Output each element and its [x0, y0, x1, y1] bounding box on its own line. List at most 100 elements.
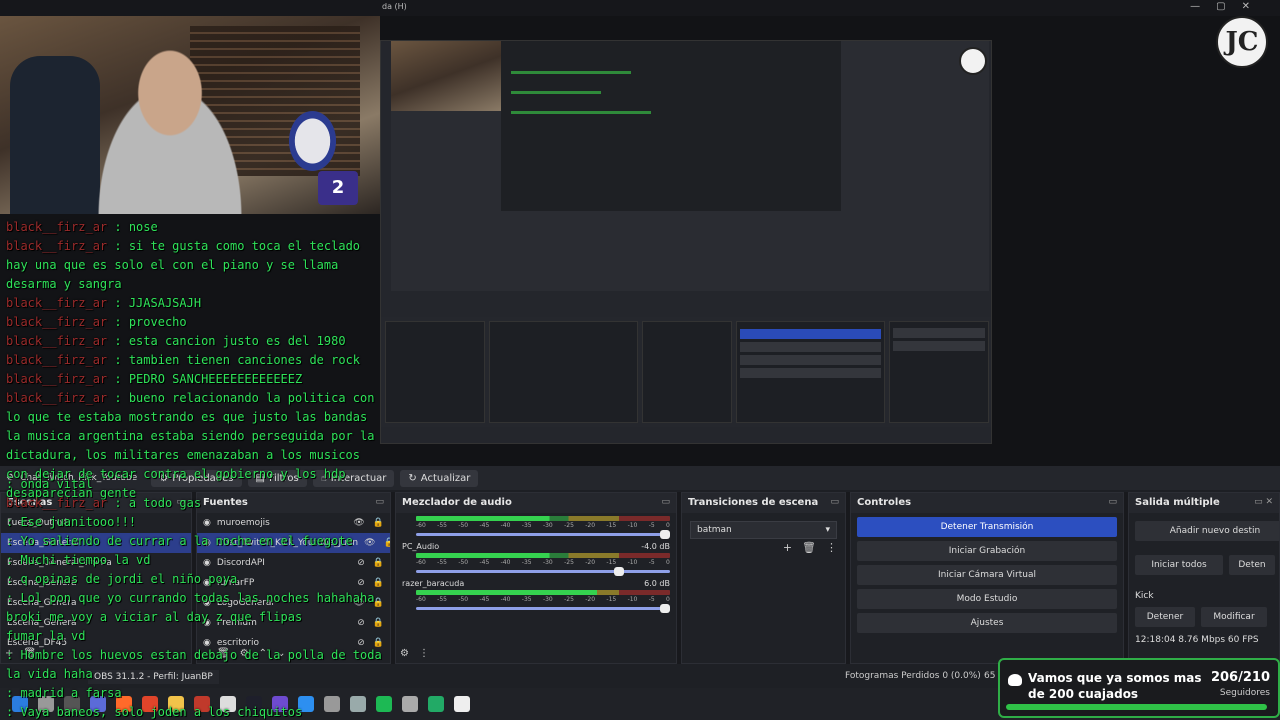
- level-meter: [416, 590, 670, 595]
- channel-name: PC_Audio: [402, 542, 440, 551]
- chat-username: black__firz_ar: [6, 296, 108, 310]
- modify-button[interactable]: Modificar: [1201, 607, 1267, 627]
- tick-label: -10: [627, 559, 638, 566]
- nested-preview-inner: [391, 41, 989, 291]
- meter-ticks: -60 -55 -50 -45 -40 -35 -30 -25 -20 -15 -10 -5 0: [416, 522, 670, 529]
- stop-all-label: Deten: [1238, 560, 1266, 570]
- tick-label: -25: [564, 522, 574, 529]
- transition-selected: batman: [697, 525, 732, 535]
- chat-message: : madrid a farsa: [6, 684, 386, 703]
- menu-fragment[interactable]: da (H): [382, 2, 407, 11]
- chat-username: black__firz_ar: [6, 391, 108, 405]
- volume-slider[interactable]: [416, 530, 670, 539]
- jc-logo: JC: [1216, 16, 1268, 68]
- chat-message: black__firz_ar : esta cancion justo es d…: [6, 332, 386, 351]
- chat-message: black__firz_ar : tambien tienen cancione…: [6, 351, 386, 370]
- chat-username: black__firz_ar: [6, 334, 108, 348]
- chat-text: : nose: [107, 220, 158, 234]
- chat-text: : a todo gas: [107, 496, 202, 510]
- control-button[interactable]: Detener Transmisión: [857, 517, 1117, 537]
- volume-slider[interactable]: [416, 604, 670, 613]
- refresh-label: Actualizar: [420, 472, 471, 484]
- chat-message: : Hombre los huevos estan debajo de la p…: [6, 646, 386, 684]
- volume-slider[interactable]: [416, 567, 670, 576]
- tick-label: -5: [648, 559, 655, 566]
- stop-button[interactable]: Detener: [1135, 607, 1195, 627]
- tick-label: -45: [479, 559, 490, 566]
- trash-icon[interactable]: 🗑: [802, 541, 816, 554]
- nested-scene: [501, 41, 841, 211]
- dock-menu-icon[interactable]: ▭: [1108, 497, 1117, 509]
- goal-text: Vamos que ya somos mas de 200 cuajados: [1028, 671, 1202, 701]
- maximize-icon[interactable]: ▢: [1216, 1, 1225, 12]
- nested-docks: [381, 317, 991, 427]
- chat-message: black__firz_ar : PEDRO SANCHEEEEEEEEEEEE…: [6, 370, 386, 389]
- chat-username: black__firz_ar: [6, 353, 108, 367]
- tick-label: -30: [542, 596, 553, 603]
- tick-label: -45: [479, 596, 490, 603]
- transition-select[interactable]: batman ▾: [690, 521, 837, 539]
- close-icon[interactable]: ✕: [1242, 1, 1250, 12]
- channel-name: razer_baracuda: [402, 579, 465, 588]
- chat-text: fumar la vd: [6, 629, 86, 643]
- chat-username: black__firz_ar: [6, 372, 108, 386]
- chat-text: : Hombre los huevos estan debajo de la p…: [6, 648, 382, 681]
- volume-knob[interactable]: [659, 604, 670, 613]
- meter-ticks: -60 -55 -50 -45 -40 -35 -30 -25 -20 -15 -10 -5 0: [416, 559, 670, 566]
- volume-knob[interactable]: [659, 530, 670, 539]
- gear-icon[interactable]: ⚙: [400, 648, 409, 659]
- dock-menu-icon[interactable]: ▭: [661, 497, 670, 509]
- stream-stats: 12:18:04 8.76 Mbps 60 FPS: [1135, 635, 1259, 645]
- tick-label: -50: [458, 522, 469, 529]
- mixer-channel: -60 -55 -50 -45 -40 -35 -30 -25 -20 -15 -10 -5 0: [396, 513, 676, 540]
- tick-label: -35: [521, 596, 532, 603]
- chat-text: : tambien tienen canciones de rock: [107, 353, 361, 367]
- chat-message: black__firz_ar : si te gusta como toca e…: [6, 237, 386, 294]
- taskbar-app-icon[interactable]: [454, 696, 470, 712]
- transitions-title: Transiciones de escena: [688, 497, 819, 508]
- obs-window: da (H) — ▢ ✕ 2 JC black__firz_ar: nose …: [0, 0, 1280, 720]
- tick-label: -10: [627, 596, 638, 603]
- tick-label: -40: [500, 522, 511, 529]
- chat-message: : Yo saliendo de currar a la noche en el…: [6, 532, 386, 551]
- start-all-button[interactable]: Iniciar todos: [1135, 555, 1223, 575]
- minimize-icon[interactable]: —: [1190, 1, 1200, 12]
- webcam-feed: 2: [0, 16, 380, 214]
- volume-knob[interactable]: [614, 567, 625, 576]
- mixer-channels: -60 -55 -50 -45 -40 -35 -30 -25 -20 -15 -10 -5 0 PC_A…: [396, 513, 676, 614]
- goal-count: 206/210: [1210, 670, 1270, 685]
- control-button[interactable]: Iniciar Grabación: [857, 541, 1117, 561]
- chat-text: : Vaya baneos, solo joden a los chiquito…: [6, 705, 303, 719]
- add-icon[interactable]: +: [783, 541, 792, 554]
- taskbar-app-icon[interactable]: [402, 696, 418, 712]
- control-button[interactable]: Iniciar Cámara Virtual: [857, 565, 1117, 585]
- window-titlebar: da (H) — ▢ ✕: [0, 0, 1280, 16]
- tick-label: -50: [458, 559, 469, 566]
- refresh-button[interactable]: ↻ Actualizar: [400, 469, 479, 487]
- chat-text: : Ese juanitooo!!!: [6, 515, 137, 529]
- modify-label: Modificar: [1213, 612, 1255, 622]
- nested-webcam: [391, 41, 501, 111]
- add-destination-button[interactable]: Añadir nuevo destin: [1135, 521, 1279, 541]
- taskbar-app-icon[interactable]: [428, 696, 444, 712]
- tick-label: -60: [416, 559, 426, 566]
- window-controls: — ▢ ✕: [1190, 1, 1250, 12]
- platform-label: Kick: [1135, 591, 1154, 601]
- chat-username: black__firz_ar: [6, 315, 108, 329]
- close-icon[interactable]: ▭ ✕: [1254, 497, 1273, 509]
- tick-label: -20: [585, 596, 596, 603]
- multi-title: Salida múltiple: [1135, 497, 1220, 508]
- chat-overlay-bottom: : onda vital black__firz_ar : a todo gas …: [6, 475, 386, 720]
- stop-all-button[interactable]: Deten: [1229, 555, 1275, 575]
- dock-menu-icon[interactable]: ▭: [830, 497, 839, 509]
- chat-message: : Ese juanitooo!!!: [6, 513, 386, 532]
- tick-label: -15: [606, 522, 617, 529]
- chat-username: black__firz_ar: [6, 220, 108, 234]
- more-icon[interactable]: ⋮: [826, 541, 837, 554]
- control-button[interactable]: Modo Estudio: [857, 589, 1117, 609]
- tick-label: 0: [666, 559, 670, 566]
- more-icon[interactable]: ⋮: [419, 648, 429, 659]
- transition-tools: + 🗑 ⋮: [783, 541, 837, 554]
- tick-label: -40: [500, 596, 511, 603]
- control-button[interactable]: Ajustes: [857, 613, 1117, 633]
